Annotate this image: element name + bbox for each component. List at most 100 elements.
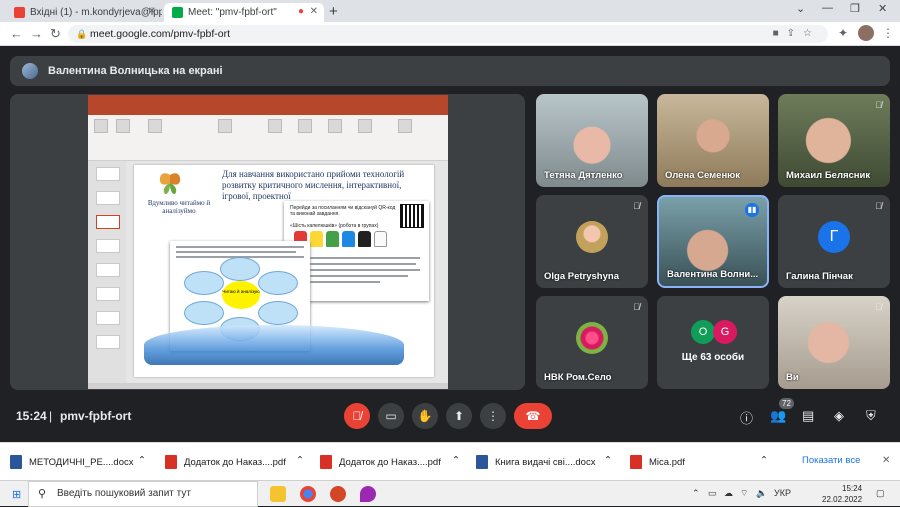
restore-icon[interactable]: ❐ — [850, 2, 860, 15]
app-icon[interactable] — [360, 486, 376, 502]
raise-hand-button[interactable]: ✋ — [412, 403, 438, 429]
pdf-file-icon — [630, 455, 642, 469]
host-controls-icon[interactable]: ⛨ — [866, 408, 876, 424]
ribbon-button — [298, 119, 312, 133]
download-item[interactable]: Додаток до Наказ....pdf — [165, 443, 286, 481]
tab-gmail-title: Вхідні (1) - m.kondyrjeva@ippo... — [30, 7, 162, 18]
keyboard-language[interactable]: УКР — [774, 488, 791, 498]
tray-overflow-icon[interactable]: ⌃ — [692, 488, 700, 499]
camera-icon[interactable]: ■ — [773, 28, 787, 39]
self-view-tile[interactable]: 🎙̸ Ви — [778, 296, 890, 389]
activities-icon[interactable]: ◈ — [834, 408, 844, 424]
download-menu-icon[interactable]: ⌃ — [452, 455, 460, 466]
download-menu-icon[interactable]: ⌃ — [138, 455, 146, 466]
participant-avatar-letter: G — [713, 320, 737, 344]
participant-tile[interactable]: 🎙̸ Михаил Белясник — [778, 94, 890, 187]
ribbon-button — [218, 119, 232, 133]
profile-avatar[interactable] — [858, 25, 874, 41]
ppt-ribbon — [88, 115, 448, 161]
share-icon[interactable]: ⇪ — [787, 28, 803, 39]
mic-off-icon: 🎙̸ — [875, 100, 882, 110]
notifications-icon[interactable]: ▢ — [876, 488, 885, 499]
present-screen-button[interactable]: ⬆ — [446, 403, 472, 429]
close-shelf-icon[interactable]: ✕ — [882, 455, 890, 466]
reload-icon[interactable]: ↻ — [50, 26, 61, 42]
download-filename: Додаток до Наказ....pdf — [339, 456, 441, 468]
slide-thumbnail-selected — [96, 215, 120, 229]
tab-meet-title: Meet: "pmv-fpbf-ort" — [188, 7, 277, 18]
people-icon[interactable]: 👥 — [770, 408, 786, 424]
download-filename: Додаток до Наказ....pdf — [184, 456, 286, 468]
windows-taskbar: ⊞ ⚲ Введіть пошуковий запит тут ⌃ ▭ ☁ ⌔ … — [0, 480, 900, 507]
minimize-icon[interactable]: — — [822, 2, 833, 14]
more-options-button[interactable]: ⋮ — [480, 403, 506, 429]
url-field[interactable]: 🔒 meet.google.com/pmv-fpbf-ort ■⇪☆ — [68, 25, 828, 43]
participant-tile[interactable]: 🎙̸ Г Галина Пінчак — [778, 195, 890, 288]
mic-toggle-button[interactable]: 🎙̸ — [344, 403, 370, 429]
show-all-downloads-link[interactable]: Показати все — [802, 455, 860, 466]
download-item[interactable]: Міса.pdf — [630, 443, 685, 481]
tab-meet[interactable]: Meet: "pmv-fpbf-ort" ● ✕ — [164, 3, 324, 22]
new-tab-button[interactable]: + — [329, 3, 338, 20]
close-window-icon[interactable]: ✕ — [878, 2, 887, 15]
close-icon[interactable]: ✕ — [148, 6, 156, 17]
shared-screen[interactable]: Для навчання використано прийоми техноло… — [10, 94, 525, 390]
participant-tile[interactable]: Тетяна Дятленко — [536, 94, 648, 187]
slide-thumbnail — [96, 239, 120, 253]
participant-tile[interactable]: 🎙̸ Olga Petryshyna — [536, 195, 648, 288]
clock-date: 22.02.2022 — [822, 495, 863, 504]
extensions-icon[interactable]: ✦ — [838, 26, 848, 40]
meeting-code: pmv-fpbf-ort — [60, 409, 132, 423]
mic-off-icon: 🎙̸ — [875, 302, 882, 312]
slide-thumbnail — [96, 167, 120, 181]
participant-name: Olga Petryshyna — [544, 271, 619, 282]
more-participants-label: Ще 63 особи — [681, 352, 745, 363]
volume-icon[interactable]: 🔈 — [756, 488, 767, 499]
participant-tile-active-speaker[interactable]: ▮▮ Валентина Волни... — [657, 195, 769, 288]
file-explorer-icon[interactable] — [270, 486, 286, 502]
browser-tab-strip: Вхідні (1) - m.kondyrjeva@ippo... ✕ Meet… — [0, 0, 900, 22]
system-clock[interactable]: 15:24 22.02.2022 — [822, 483, 862, 505]
tab-gmail[interactable]: Вхідні (1) - m.kondyrjeva@ippo... ✕ — [6, 3, 162, 22]
meeting-separator: | — [49, 409, 53, 423]
mic-off-icon: 🎙̸ — [633, 201, 640, 211]
powerpoint-icon[interactable] — [330, 486, 346, 502]
participant-name: Михаил Белясник — [786, 170, 871, 181]
meeting-control-bar: 15:24 | pmv-fpbf-ort 🎙̸ ▭ ✋ ⬆ ⋮ ☎ ⓘ 72 👥… — [0, 398, 900, 434]
task-card-item-2: «Шість капелюшків» (робота в групах) — [290, 223, 379, 229]
chat-icon[interactable]: ▤ — [802, 408, 814, 424]
participant-tile[interactable]: 🎙̸ НВК Ром.Село — [536, 296, 648, 389]
participant-avatar — [576, 322, 608, 354]
tab-search-icon[interactable]: ⌄ — [796, 2, 805, 15]
meeting-info-icon[interactable]: ⓘ — [740, 408, 753, 427]
network-icon[interactable]: ⌔ — [740, 488, 748, 499]
bookmark-star-icon[interactable]: ☆ — [803, 28, 820, 39]
participant-avatar-letter: Г — [818, 221, 850, 253]
clock-time: 15:24 — [842, 484, 863, 493]
download-menu-icon[interactable]: ⌃ — [760, 455, 768, 466]
flower-petal — [258, 271, 298, 295]
back-icon[interactable]: ← — [10, 26, 23, 41]
download-menu-icon[interactable]: ⌃ — [296, 455, 304, 466]
leave-call-button[interactable]: ☎ — [514, 403, 552, 429]
omnibox-actions: ■⇪☆ — [773, 25, 820, 43]
flower-core: Читаю й аналізую — [222, 281, 260, 309]
browser-menu-icon[interactable]: ⋮ — [882, 26, 894, 40]
download-item[interactable]: Додаток до Наказ....pdf — [320, 443, 441, 481]
onedrive-icon[interactable]: ☁ — [724, 488, 733, 499]
lock-icon[interactable]: 🔒 — [76, 25, 87, 43]
participant-tile[interactable]: Олена Семенюк — [657, 94, 769, 187]
close-icon[interactable]: ✕ — [310, 6, 318, 17]
more-participants-tile[interactable]: O G Ще 63 особи — [657, 296, 769, 389]
download-item[interactable]: Книга видачі сві....docx — [476, 443, 595, 481]
forward-icon[interactable]: → — [30, 26, 43, 41]
camera-toggle-button[interactable]: ▭ — [378, 403, 404, 429]
slide-thumbnail — [96, 263, 120, 277]
download-item[interactable]: МЕТОДИЧНІ_РЕ....docx — [10, 443, 133, 481]
windows-start-icon[interactable]: ⊞ — [12, 488, 21, 501]
chrome-icon[interactable] — [300, 486, 316, 502]
download-menu-icon[interactable]: ⌃ — [604, 455, 612, 466]
powerpoint-window: Для навчання використано прийоми техноло… — [88, 95, 448, 389]
taskbar-search[interactable]: ⚲ Введіть пошуковий запит тут — [28, 481, 258, 507]
hat-black-icon — [358, 231, 371, 247]
